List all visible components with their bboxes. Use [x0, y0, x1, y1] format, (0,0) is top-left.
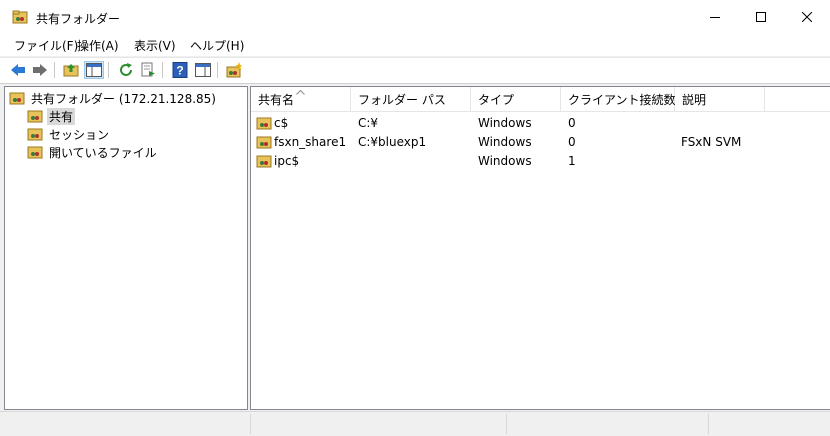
sessions-folder-icon: [27, 128, 43, 141]
cell-client-connections: 0: [568, 135, 576, 149]
maximize-icon: [756, 12, 766, 22]
status-bar-divider: [250, 414, 251, 434]
maximize-button[interactable]: [738, 0, 784, 34]
menu-file[interactable]: ファイル(F): [14, 37, 78, 54]
forward-arrow-icon: [33, 64, 47, 76]
new-share-button[interactable]: [224, 61, 244, 79]
console-tree: 共有フォルダー (172.21.128.85) 共有 セッション 開いているファ…: [4, 86, 248, 410]
title-bar[interactable]: 共有フォルダー: [0, 0, 830, 34]
tree-item-open-files[interactable]: 開いているファイル: [27, 143, 159, 161]
console-tree-icon: [86, 63, 102, 77]
back-button[interactable]: [8, 61, 28, 79]
folder-up-icon: [63, 64, 79, 77]
export-list-button[interactable]: [138, 61, 158, 79]
up-level-button[interactable]: [61, 61, 81, 79]
column-header-client-connections[interactable]: クライアント接続数: [561, 87, 676, 111]
cell-client-connections: 1: [568, 154, 576, 168]
column-header-label: フォルダー パス: [358, 93, 446, 107]
menu-view[interactable]: 表示(V): [134, 37, 176, 54]
column-header-label: 説明: [682, 93, 707, 107]
tree-item-label: 共有: [47, 107, 76, 125]
column-header-share-name[interactable]: 共有名: [251, 87, 351, 111]
share-icon: [256, 155, 272, 168]
cell-type: Windows: [478, 116, 532, 130]
back-arrow-icon: [11, 64, 25, 76]
shared-folders-window: 共有フォルダー ファイル(F) 操作(A) 表示(V) ヘルプ(H) ? 共有フ…: [0, 0, 830, 436]
menu-help[interactable]: ヘルプ(H): [190, 37, 244, 54]
column-header-type[interactable]: タイプ: [471, 87, 561, 111]
shares-folder-icon: [27, 110, 43, 123]
show-action-pane-button[interactable]: [193, 61, 213, 79]
help-button[interactable]: ?: [170, 61, 190, 79]
status-bar: [0, 411, 830, 436]
column-header-folder-path[interactable]: フォルダー パス: [351, 87, 471, 111]
window-title: 共有フォルダー: [36, 12, 121, 26]
menu-action[interactable]: 操作(A): [77, 37, 119, 54]
close-icon: [802, 12, 812, 22]
svg-text:?: ?: [176, 64, 183, 78]
toolbar-separator: [162, 62, 163, 78]
column-header-label: タイプ: [478, 93, 515, 107]
shares-list-view: 共有名 フォルダー パス タイプ クライアント接続数 説明 c$ C:¥ Win…: [250, 86, 830, 410]
share-icon: [256, 117, 272, 130]
column-header-row: 共有名 フォルダー パス タイプ クライアント接続数 説明: [251, 87, 830, 112]
close-button[interactable]: [784, 0, 830, 34]
cell-share-name: ipc$: [274, 154, 300, 168]
open-files-folder-icon: [27, 146, 43, 159]
share-icon: [256, 136, 272, 149]
table-row[interactable]: c$ C:¥ Windows 0: [251, 114, 830, 133]
toolbar-separator: [217, 62, 218, 78]
refresh-icon: [120, 63, 132, 76]
cell-type: Windows: [478, 135, 532, 149]
minimize-button[interactable]: [692, 0, 738, 34]
tree-item-sessions[interactable]: セッション: [27, 125, 111, 143]
cell-client-connections: 0: [568, 116, 576, 130]
cell-share-name: c$: [274, 116, 289, 130]
cell-share-name: fsxn_share1: [274, 135, 347, 149]
shared-folder-icon: [9, 92, 25, 105]
tree-item-label: セッション: [49, 127, 110, 142]
action-pane-icon: [195, 63, 211, 77]
table-row[interactable]: fsxn_share1 C:¥bluexp1 Windows 0 FSxN SV…: [251, 133, 830, 152]
refresh-button[interactable]: [116, 61, 136, 79]
toolbar-separator: [108, 62, 109, 78]
tree-root-shared-folders[interactable]: 共有フォルダー (172.21.128.85): [9, 89, 218, 107]
status-bar-divider: [708, 414, 709, 434]
tree-item-label: 開いているファイル: [49, 145, 157, 160]
new-share-icon: [226, 62, 242, 78]
column-header-label: 共有名: [258, 93, 295, 107]
minimize-icon: [710, 17, 720, 18]
menu-bar: ファイル(F) 操作(A) 表示(V) ヘルプ(H): [0, 34, 830, 56]
tree-root-label: 共有フォルダー (172.21.128.85): [31, 91, 216, 106]
cell-type: Windows: [478, 154, 532, 168]
cell-folder-path: C:¥: [358, 116, 379, 130]
column-header-description[interactable]: 説明: [675, 87, 765, 111]
cell-description: FSxN SVM: [681, 135, 742, 149]
export-list-icon: [141, 62, 155, 77]
sort-ascending-icon: [296, 90, 305, 95]
help-icon: ?: [172, 62, 188, 78]
status-bar-divider: [506, 414, 507, 434]
toolbar-separator: [54, 62, 55, 78]
toolbar: ?: [0, 57, 830, 84]
forward-button[interactable]: [30, 61, 50, 79]
column-header-label: クライアント接続数: [568, 93, 676, 107]
shared-folder-icon: [12, 9, 28, 25]
table-row[interactable]: ipc$ Windows 1: [251, 152, 830, 171]
show-hide-tree-button[interactable]: [84, 61, 104, 79]
tree-item-shares[interactable]: 共有: [27, 107, 76, 125]
cell-folder-path: C:¥bluexp1: [358, 135, 427, 149]
